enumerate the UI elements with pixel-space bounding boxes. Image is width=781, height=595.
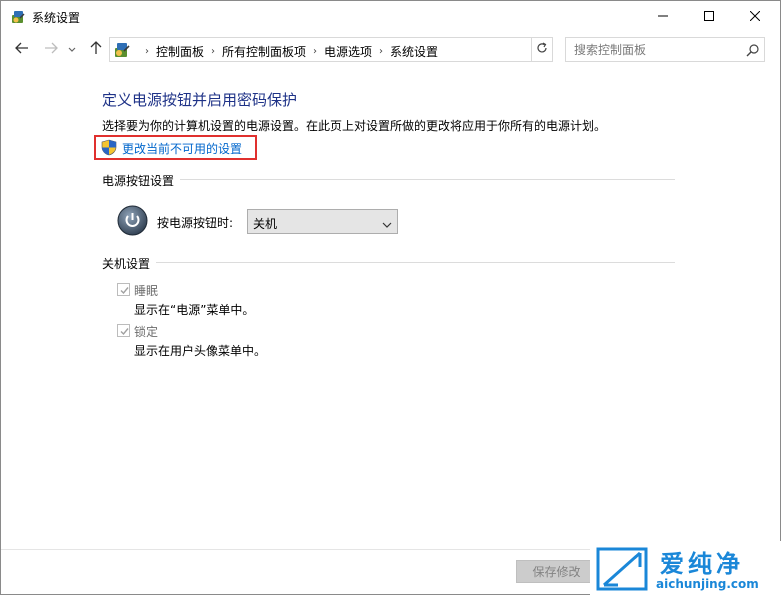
breadcrumb: › 控制面板 › 所有控制面板项 › 电源选项 › 系统设置	[138, 43, 438, 60]
control-panel-icon	[10, 9, 26, 25]
sleep-label: 睡眠	[134, 284, 159, 298]
maximize-button[interactable]	[686, 1, 732, 32]
watermark: 爱纯净 aichunjing.com	[590, 541, 781, 595]
close-icon	[749, 10, 761, 24]
back-button[interactable]	[12, 39, 32, 59]
select-value: 关机	[253, 217, 278, 231]
sleep-checkbox	[117, 283, 130, 296]
page-description: 选择要为你的计算机设置的电源设置。在此页上对设置所做的更改将应用于你所有的电源计…	[102, 119, 607, 133]
address-bar[interactable]: › 控制面板 › 所有控制面板项 › 电源选项 › 系统设置	[109, 37, 632, 62]
refresh-icon	[536, 42, 548, 57]
forward-button[interactable]	[41, 39, 61, 59]
up-button[interactable]	[86, 39, 106, 59]
watermark-brand: 爱纯净	[660, 550, 744, 578]
recent-locations-button[interactable]	[65, 39, 79, 59]
search-icon[interactable]	[746, 43, 760, 57]
power-button-action-select[interactable]: 关机	[247, 209, 398, 234]
refresh-button[interactable]	[532, 37, 553, 62]
search-input[interactable]	[566, 38, 741, 61]
minimize-button[interactable]	[640, 1, 686, 32]
chevron-right-icon: ›	[211, 46, 216, 57]
window-title: 系统设置	[32, 11, 81, 25]
power-button-action-label: 按电源按钮时:	[157, 216, 234, 230]
section-divider	[102, 179, 675, 180]
breadcrumb-item-system-settings[interactable]: 系统设置	[390, 43, 438, 60]
shutdown-section-title: 关机设置	[102, 255, 157, 272]
back-arrow-icon	[15, 42, 29, 57]
change-unavailable-settings-link[interactable]: 更改当前不可用的设置	[122, 140, 242, 157]
watermark-logo-icon	[594, 545, 652, 595]
section-divider	[102, 262, 675, 263]
search-box[interactable]	[565, 37, 765, 62]
uac-shield-icon	[101, 139, 117, 156]
maximize-icon	[704, 10, 714, 24]
chevron-down-icon	[382, 218, 392, 228]
lock-label: 锁定	[134, 325, 159, 339]
sleep-description: 显示在“电源”菜单中。	[134, 303, 255, 317]
breadcrumb-item-control-panel[interactable]: 控制面板	[156, 43, 204, 60]
chevron-right-icon: ›	[145, 46, 149, 57]
close-button[interactable]	[732, 1, 778, 32]
control-panel-window: 系统设置 › 控制面板 › 所有控制面板项 › 电源选项 › 系统设置 搜索控制…	[0, 0, 781, 595]
chevron-down-icon	[68, 42, 76, 56]
watermark-url: aichunjing.com	[656, 577, 759, 591]
chevron-right-icon: ›	[379, 46, 384, 57]
power-button-section-title: 电源按钮设置	[102, 172, 181, 189]
chevron-right-icon: ›	[313, 46, 318, 57]
checkmark-icon	[120, 328, 129, 336]
up-arrow-icon	[90, 40, 102, 58]
power-icon	[117, 205, 148, 236]
lock-checkbox	[117, 324, 130, 337]
minimize-icon	[658, 10, 668, 24]
breadcrumb-item-all-items[interactable]: 所有控制面板项	[222, 43, 306, 60]
control-panel-icon	[113, 41, 131, 59]
breadcrumb-item-power-options[interactable]: 电源选项	[324, 43, 372, 60]
save-changes-button: 保存修改	[516, 560, 597, 583]
lock-description: 显示在用户头像菜单中。	[134, 344, 267, 358]
forward-arrow-icon	[44, 42, 58, 57]
page-title: 定义电源按钮并启用密码保护	[102, 91, 298, 109]
checkmark-icon	[120, 287, 129, 295]
navigation-bar: › 控制面板 › 所有控制面板项 › 电源选项 › 系统设置	[1, 33, 780, 65]
title-bar[interactable]: 系统设置	[1, 1, 780, 32]
